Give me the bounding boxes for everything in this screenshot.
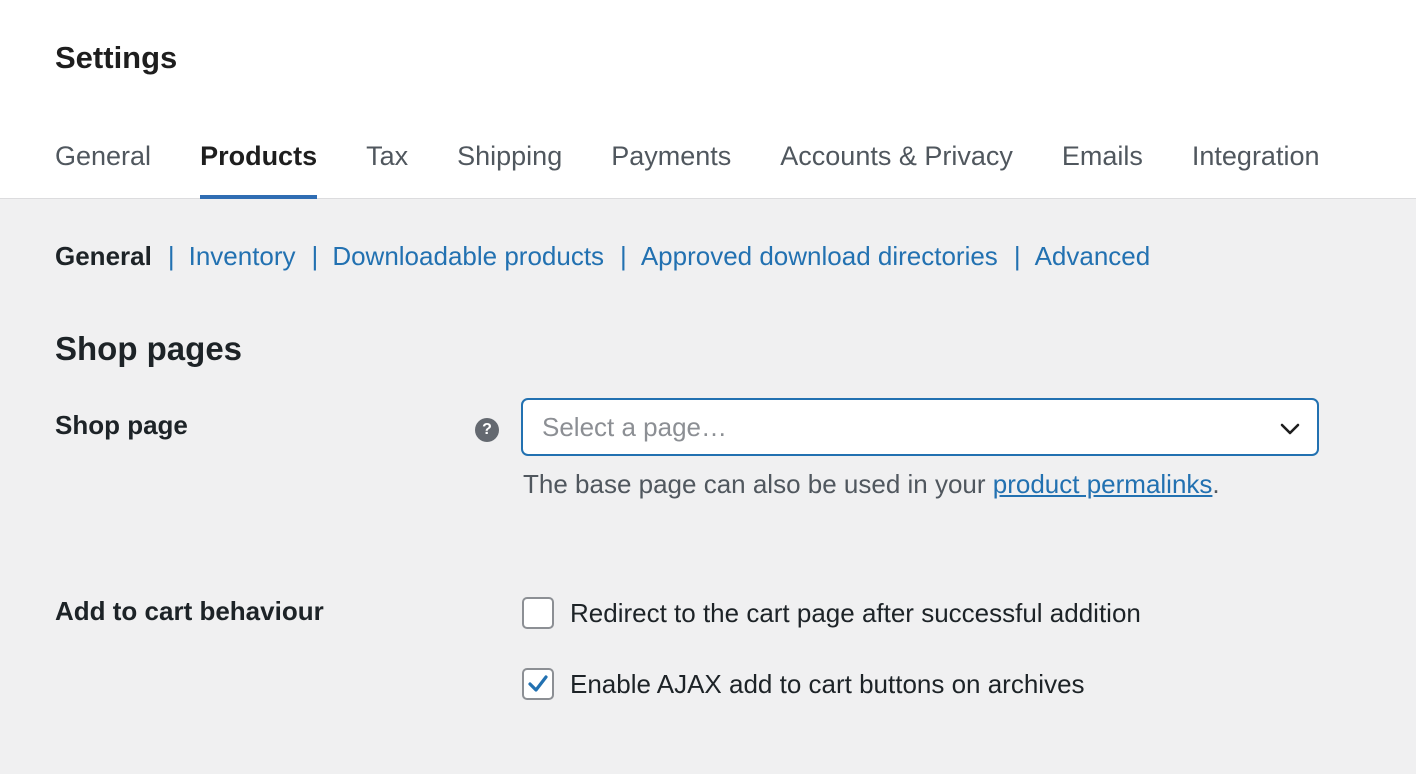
redirect-to-cart-option[interactable]: Redirect to the cart page after successf…	[522, 597, 1141, 629]
tab-emails[interactable]: Emails	[1062, 138, 1143, 198]
product-permalinks-link[interactable]: product permalinks	[993, 469, 1213, 499]
enable-ajax-option[interactable]: Enable AJAX add to cart buttons on archi…	[522, 668, 1085, 700]
subnav-separator: |	[167, 241, 175, 271]
subnav-separator: |	[311, 241, 319, 271]
help-icon[interactable]: ?	[475, 418, 499, 442]
section-subnav: General | Inventory | Downloadable produ…	[55, 241, 1150, 272]
subnav-separator: |	[1013, 241, 1021, 271]
redirect-to-cart-checkbox[interactable]	[522, 597, 554, 629]
description-period: .	[1212, 469, 1220, 499]
redirect-to-cart-label: Redirect to the cart page after successf…	[570, 597, 1141, 628]
tab-general[interactable]: General	[55, 138, 151, 198]
chevron-down-icon	[1280, 423, 1300, 435]
tab-integration[interactable]: Integration	[1192, 138, 1320, 198]
shop-page-select-placeholder: Select a page…	[542, 412, 728, 442]
page-title: Settings	[55, 40, 178, 75]
subnav-separator: |	[620, 241, 627, 271]
settings-tabs: General Products Tax Shipping Payments A…	[55, 138, 1320, 199]
enable-ajax-label: Enable AJAX add to cart buttons on archi…	[570, 668, 1085, 699]
checkmark-icon	[528, 675, 548, 692]
subnav-link-downloadable-products[interactable]: Downloadable products	[332, 241, 604, 272]
shop-page-select[interactable]: Select a page…	[521, 398, 1319, 456]
add-to-cart-behaviour-label: Add to cart behaviour	[55, 596, 324, 626]
tab-products[interactable]: Products	[200, 138, 318, 199]
subnav-current-general: General	[55, 241, 152, 271]
subnav-link-inventory[interactable]: Inventory	[189, 241, 296, 272]
tab-shipping[interactable]: Shipping	[457, 138, 562, 198]
subnav-link-advanced[interactable]: Advanced	[1035, 241, 1151, 272]
settings-header: Settings General Products Tax Shipping P…	[0, 0, 1416, 199]
tab-payments[interactable]: Payments	[611, 138, 731, 198]
tab-accounts-privacy[interactable]: Accounts & Privacy	[780, 138, 1013, 198]
enable-ajax-checkbox[interactable]	[522, 668, 554, 700]
description-text: The base page can also be used in your	[523, 469, 993, 499]
shop-page-description: The base page can also be used in your p…	[523, 469, 1220, 500]
shop-page-label: Shop page	[55, 410, 188, 440]
subnav-link-approved-download-directories[interactable]: Approved download directories	[641, 241, 998, 272]
section-title: Shop pages	[55, 330, 243, 367]
tab-tax[interactable]: Tax	[366, 138, 408, 198]
